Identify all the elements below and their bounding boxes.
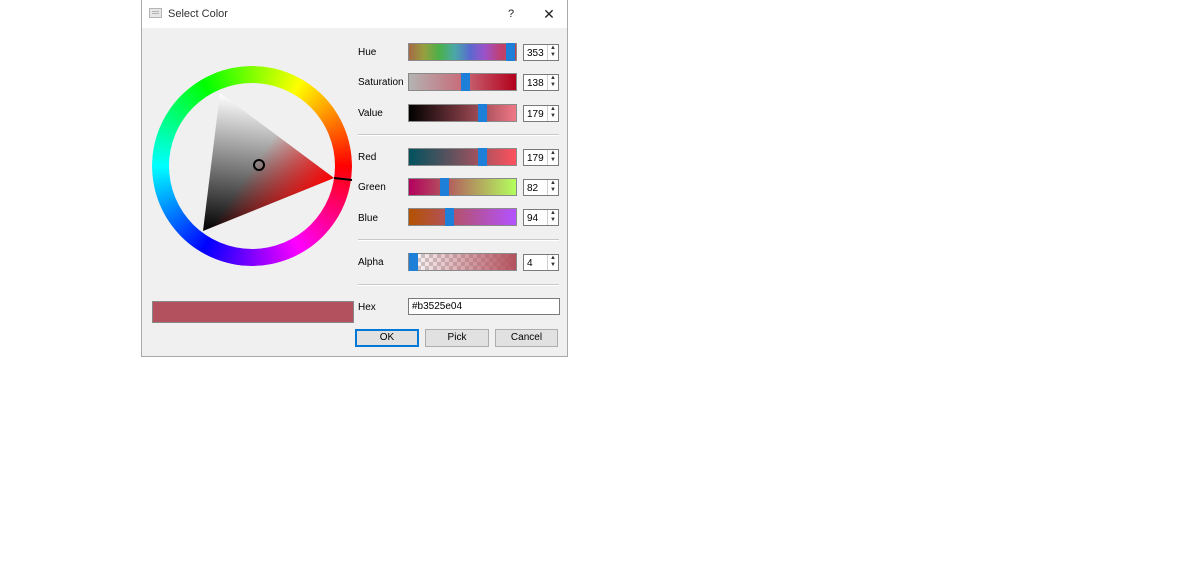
- separator: [358, 134, 559, 136]
- pick-button[interactable]: Pick: [425, 329, 489, 347]
- red-label: Red: [358, 152, 377, 163]
- saturation-decrement-icon[interactable]: ▼: [549, 82, 557, 89]
- cancel-button[interactable]: Cancel: [495, 329, 558, 347]
- dialog-title: Select Color: [168, 8, 228, 20]
- value-spinbox[interactable]: 179 ▲ ▼: [523, 105, 559, 122]
- hue-spinbox[interactable]: 353 ▲ ▼: [523, 44, 559, 61]
- value-decrement-icon[interactable]: ▼: [549, 113, 557, 120]
- alpha-label: Alpha: [358, 257, 384, 268]
- saturation-spinbox[interactable]: 138 ▲ ▼: [523, 74, 559, 91]
- color-wheel-graphic[interactable]: [152, 66, 353, 266]
- value-value[interactable]: 179: [527, 109, 544, 120]
- blue-slider-handle[interactable]: [444, 208, 454, 226]
- green-spinbox[interactable]: 82 ▲ ▼: [523, 179, 559, 196]
- close-button[interactable]: ✕: [539, 5, 559, 23]
- hue-slider[interactable]: [408, 43, 517, 61]
- hex-label: Hex: [358, 302, 376, 313]
- value-increment-icon[interactable]: ▲: [549, 106, 557, 113]
- alpha-slider-handle[interactable]: [409, 253, 418, 271]
- red-decrement-icon[interactable]: ▼: [549, 157, 557, 164]
- saturation-value[interactable]: 138: [527, 78, 544, 89]
- color-wheel[interactable]: [152, 66, 353, 266]
- red-slider[interactable]: [408, 148, 517, 166]
- red-increment-icon[interactable]: ▲: [549, 150, 557, 157]
- green-value[interactable]: 82: [527, 183, 538, 194]
- blue-label: Blue: [358, 213, 379, 224]
- hue-value[interactable]: 353: [527, 48, 544, 59]
- select-color-dialog: Select Color ? ✕ Hue 353 ▲ ▼ Saturation …: [141, 0, 568, 357]
- color-preview: [152, 301, 354, 323]
- green-decrement-icon[interactable]: ▼: [549, 187, 557, 194]
- value-label: Value: [358, 108, 383, 119]
- blue-value[interactable]: 94: [527, 213, 538, 224]
- blue-spinbox[interactable]: 94 ▲ ▼: [523, 209, 559, 226]
- help-button[interactable]: ?: [502, 5, 520, 23]
- saturation-slider[interactable]: [408, 73, 517, 91]
- blue-increment-icon[interactable]: ▲: [549, 210, 557, 217]
- blue-decrement-icon[interactable]: ▼: [549, 217, 557, 224]
- hue-increment-icon[interactable]: ▲: [549, 45, 557, 52]
- title-bar: Select Color ? ✕: [142, 0, 567, 28]
- saturation-increment-icon[interactable]: ▲: [549, 75, 557, 82]
- alpha-spinbox[interactable]: 4 ▲ ▼: [523, 254, 559, 271]
- red-spinbox[interactable]: 179 ▲ ▼: [523, 149, 559, 166]
- ok-button[interactable]: OK: [355, 329, 419, 347]
- separator: [358, 284, 559, 286]
- hue-slider-handle[interactable]: [505, 43, 515, 61]
- alpha-increment-icon[interactable]: ▲: [549, 255, 557, 262]
- red-value[interactable]: 179: [527, 153, 544, 164]
- hue-label: Hue: [358, 47, 377, 58]
- saturation-slider-handle[interactable]: [460, 73, 470, 91]
- green-increment-icon[interactable]: ▲: [549, 180, 557, 187]
- alpha-slider[interactable]: [408, 253, 517, 271]
- hex-input[interactable]: #b3525e04: [408, 298, 560, 315]
- saturation-label: Saturation: [358, 77, 404, 88]
- red-slider-handle[interactable]: [477, 148, 487, 166]
- value-slider[interactable]: [408, 104, 517, 122]
- green-slider-handle[interactable]: [440, 178, 450, 196]
- value-slider-handle[interactable]: [477, 104, 487, 122]
- green-slider[interactable]: [408, 178, 517, 196]
- alpha-decrement-icon[interactable]: ▼: [549, 262, 557, 269]
- window-icon: [149, 8, 162, 18]
- blue-slider[interactable]: [408, 208, 517, 226]
- green-label: Green: [358, 182, 386, 193]
- separator: [358, 239, 559, 241]
- alpha-value[interactable]: 4: [527, 258, 533, 269]
- hue-decrement-icon[interactable]: ▼: [549, 52, 557, 59]
